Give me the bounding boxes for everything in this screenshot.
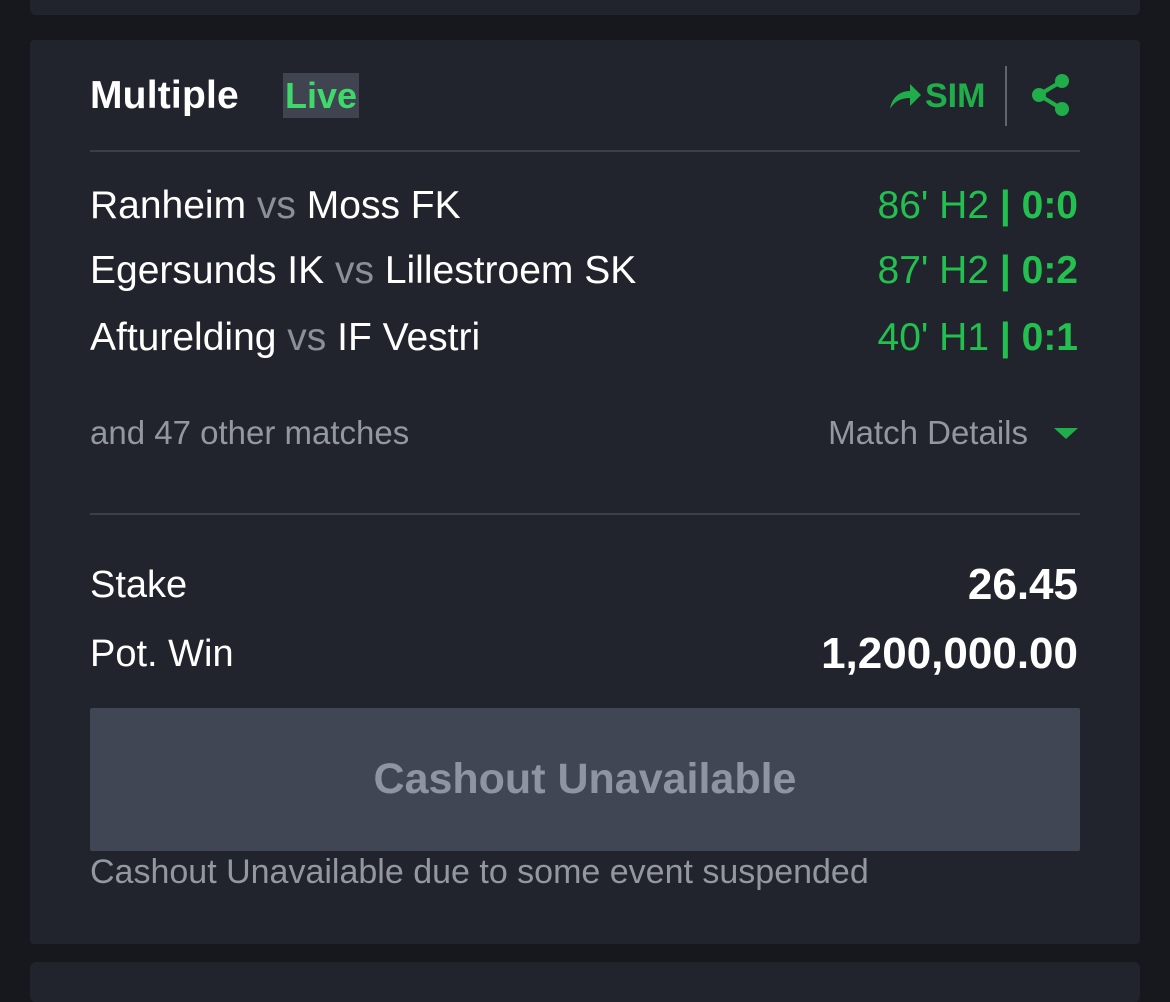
status-separator: | (999, 184, 1011, 227)
match-score: 0:1 (1021, 316, 1078, 359)
vs-label: vs (256, 184, 296, 227)
match-score: 0:0 (1021, 184, 1078, 227)
bet-type-title: Multiple (90, 74, 239, 117)
pot-win-value: 1,200,000.00 (821, 629, 1078, 678)
away-team: Moss FK (306, 184, 461, 227)
match-status: 86' H2 | 0:0 (878, 184, 1079, 228)
cashout-note: Cashout Unavailable due to some event su… (90, 853, 869, 891)
match-details-label: Match Details (828, 414, 1028, 451)
caret-down-icon (1054, 427, 1078, 439)
match-details-toggle[interactable]: Match Details (828, 414, 1078, 452)
stake-value: 26.45 (967, 560, 1078, 609)
away-team: IF Vestri (337, 316, 481, 359)
vs-label: vs (334, 249, 374, 292)
summary-divider-line (90, 513, 1080, 515)
share-network-icon (1032, 74, 1069, 116)
previous-bet-card (30, 0, 1140, 15)
header-divider-line (90, 150, 1080, 152)
match-time: 86' H2 (877, 184, 990, 227)
bet-card: Multiple Live SIM Ranheim vs Moss FK 86'… (30, 40, 1140, 944)
share-button[interactable] (1028, 72, 1074, 118)
share-arrow-icon (890, 84, 921, 109)
bet-header: Multiple Live SIM (90, 66, 1080, 126)
home-team: Afturelding (90, 316, 277, 359)
cashout-button[interactable]: Cashout Unavailable (90, 708, 1080, 851)
match-time: 87' H2 (877, 249, 990, 292)
match-status: 40' H1 | 0:1 (878, 316, 1079, 360)
status-separator: | (999, 316, 1011, 359)
pot-win-label: Pot. Win (90, 633, 234, 675)
other-matches-count: and 47 other matches (90, 414, 410, 451)
match-row: Ranheim vs Moss FK 86' H2 | 0:0 (90, 184, 1078, 234)
match-teams: Afturelding vs IF Vestri (90, 316, 480, 360)
home-team: Ranheim (90, 184, 247, 227)
match-teams: Ranheim vs Moss FK (90, 184, 461, 228)
match-row: Egersunds IK vs Lillestroem SK 87' H2 | … (90, 249, 1078, 299)
stake-label: Stake (90, 564, 188, 606)
live-badge: Live (283, 73, 360, 118)
status-separator: | (999, 249, 1011, 292)
match-score: 0:2 (1021, 249, 1078, 292)
away-team: Lillestroem SK (384, 249, 637, 292)
sim-label: SIM (925, 76, 986, 115)
next-bet-card (30, 962, 1140, 1002)
home-team: Egersunds IK (90, 249, 325, 292)
header-divider (1005, 66, 1007, 126)
match-time: 40' H1 (877, 316, 990, 359)
match-row: Afturelding vs IF Vestri 40' H1 | 0:1 (90, 316, 1078, 366)
sim-button[interactable]: SIM (888, 70, 985, 122)
vs-label: vs (287, 316, 327, 359)
match-teams: Egersunds IK vs Lillestroem SK (90, 249, 636, 293)
match-status: 87' H2 | 0:2 (878, 249, 1079, 293)
